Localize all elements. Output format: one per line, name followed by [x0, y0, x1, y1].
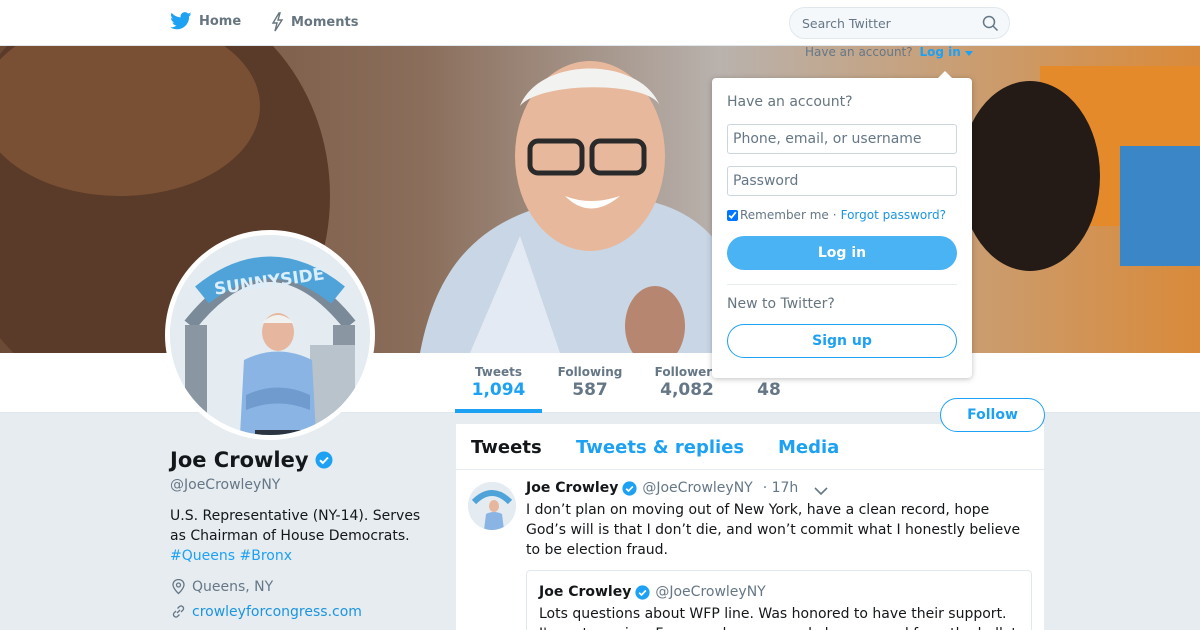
forgot-password-link[interactable]: Forgot password? — [841, 208, 946, 222]
profile-name-row: Joe Crowley — [170, 448, 440, 472]
profile-bio: U.S. Representative (NY-14). Serves as C… — [170, 506, 430, 566]
separator-dot: · — [832, 208, 837, 222]
profile-location: Queens, NY — [170, 578, 440, 595]
active-stat-underline — [455, 409, 542, 413]
remember-me-checkbox[interactable] — [727, 209, 738, 221]
login-button[interactable]: Log in — [727, 236, 957, 270]
location-pin-icon — [172, 578, 185, 595]
dropdown-arrow — [937, 71, 953, 79]
divider — [727, 284, 957, 285]
profile-sidebar: Joe Crowley @JoeCrowleyNY U.S. Represent… — [170, 448, 440, 620]
verified-badge-icon — [315, 451, 333, 469]
tweet-timestamp[interactable]: · 17h — [763, 480, 799, 496]
quoted-tweet[interactable]: Joe Crowley @JoeCrowleyNY Lots questions… — [526, 570, 1032, 630]
tab-media[interactable]: Media — [778, 437, 839, 458]
nav-home[interactable]: Home — [170, 12, 241, 30]
bio-text: U.S. Representative (NY-14). Serves as C… — [170, 508, 421, 544]
quoted-author-handle: @JoeCrowleyNY — [655, 584, 766, 600]
verified-badge-icon — [635, 584, 650, 600]
profile-website[interactable]: crowleyforcongress.com — [170, 603, 440, 620]
quoted-author-name: Joe Crowley — [539, 584, 632, 600]
location-text: Queens, NY — [192, 578, 274, 595]
tweet-text: I don’t plan on moving out of New York, … — [526, 502, 1021, 558]
tweet-header: Joe Crowley @JoeCrowleyNY · 17h — [526, 480, 798, 496]
stat-following[interactable]: Following 587 — [550, 365, 630, 400]
stat-value: 4,082 — [660, 380, 714, 400]
tab-tweets-replies[interactable]: Tweets & replies — [576, 437, 744, 458]
profile-avatar[interactable]: SUNNYSIDE — [165, 230, 375, 440]
login-link-label: Log in — [919, 45, 961, 59]
username-field[interactable] — [727, 124, 957, 154]
stat-label: Tweets — [474, 365, 523, 379]
remember-me-label[interactable]: Remember me — [740, 208, 829, 222]
hashtag-queens[interactable]: #Queens — [170, 548, 235, 564]
quoted-tweet-text: Lots questions about WFP line. Was honor… — [539, 606, 1017, 630]
signup-button[interactable]: Sign up — [727, 324, 957, 358]
search-icon[interactable] — [982, 15, 999, 32]
new-to-twitter-heading: New to Twitter? — [727, 296, 835, 312]
nav-home-label: Home — [199, 13, 242, 29]
stat-value: 587 — [572, 380, 608, 400]
link-icon — [172, 605, 185, 618]
tab-tweets[interactable]: Tweets — [471, 437, 542, 458]
stat-value: 48 — [757, 380, 781, 400]
twitter-bird-icon — [170, 12, 192, 30]
quoted-tweet-header: Joe Crowley @JoeCrowleyNY — [539, 584, 766, 600]
login-dropdown-toggle[interactable]: Log in — [919, 45, 973, 59]
lightning-icon — [271, 12, 284, 32]
verified-badge-icon — [622, 480, 637, 496]
website-link[interactable]: crowleyforcongress.com — [192, 604, 362, 620]
dropdown-heading: Have an account? — [727, 94, 853, 110]
stat-label: Following — [557, 365, 623, 379]
tweet-author-name[interactable]: Joe Crowley — [526, 480, 618, 496]
profile-name[interactable]: Joe Crowley — [170, 448, 309, 472]
search-box[interactable] — [789, 7, 1010, 39]
hashtag-bronx[interactable]: #Bronx — [239, 548, 292, 564]
remember-row: Remember me · Forgot password? — [727, 208, 946, 222]
nav-moments-label: Moments — [291, 14, 359, 30]
login-dropdown: Have an account? Remember me · Forgot pa… — [712, 78, 972, 378]
account-prompt-text: Have an account? — [805, 45, 913, 59]
tweet-avatar[interactable] — [468, 482, 516, 530]
follow-button[interactable]: Follow — [940, 398, 1045, 432]
top-nav: Home Moments — [0, 0, 1200, 46]
chevron-down-icon[interactable] — [814, 486, 828, 496]
stat-tweets[interactable]: Tweets 1,094 — [455, 365, 542, 400]
search-input[interactable] — [802, 8, 977, 38]
account-prompt: Have an account? Log in — [805, 45, 973, 59]
profile-handle[interactable]: @JoeCrowleyNY — [170, 477, 440, 493]
caret-down-icon — [964, 51, 973, 56]
timeline: Tweets Tweets & replies Media Joe Crowle… — [456, 424, 1044, 630]
nav-moments[interactable]: Moments — [270, 12, 358, 32]
tweet-author-handle[interactable]: @JoeCrowleyNY — [642, 480, 752, 496]
password-field[interactable] — [727, 166, 957, 196]
stat-value: 1,094 — [471, 380, 526, 400]
